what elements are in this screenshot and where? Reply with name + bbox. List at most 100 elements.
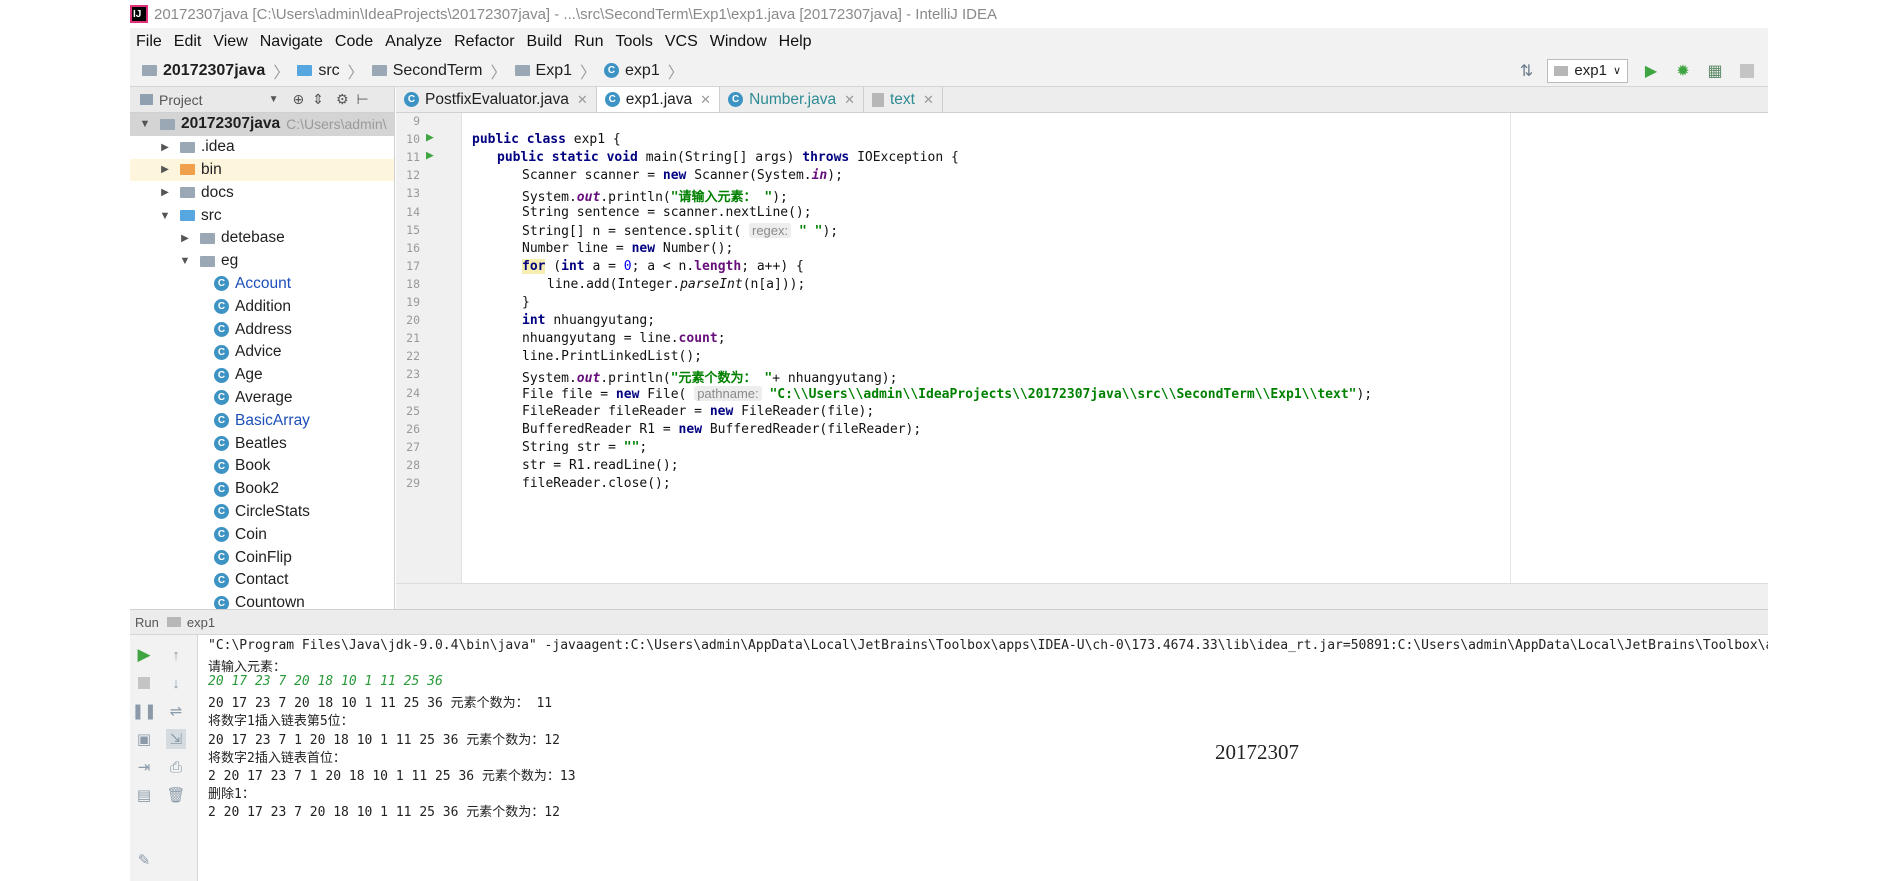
soft-wrap-icon[interactable]: ⇌ [166,701,186,721]
code-line[interactable]: BufferedReader R1 = new BufferedReader(f… [522,422,921,437]
tree-item[interactable]: C Address [130,318,394,341]
code-line[interactable]: System.out.println("元素个数为： "+ nhuangyuta… [522,367,897,386]
tree-item[interactable]: C Age [130,364,394,387]
menu-help[interactable]: Help [779,33,812,51]
menu-refactor[interactable]: Refactor [454,33,514,51]
debug-button[interactable]: ✹ [1672,60,1694,82]
locate-icon[interactable]: ⊕ [292,91,304,108]
chevron-right-icon[interactable]: ▶ [158,164,172,175]
scroll-to-end-icon[interactable]: ⇲ [166,729,186,749]
tree-item[interactable]: C CircleStats [130,501,394,524]
code-line[interactable]: String str = ""; [522,440,647,455]
run-tab-label[interactable]: exp1 [187,615,215,630]
menu-code[interactable]: Code [335,33,373,51]
tree-item[interactable]: C Book2 [130,478,394,501]
menu-vcs[interactable]: VCS [665,33,698,51]
chevron-right-icon[interactable]: ▶ [178,233,192,244]
code-line[interactable]: str = R1.readLine(); [522,458,679,473]
run-console[interactable]: "C:\Program Files\Java\jdk-9.0.4\bin\jav… [208,638,1768,881]
exit-icon[interactable]: ⇥ [134,757,154,777]
breadcrumb-src[interactable]: src 〉 [297,59,364,83]
tree-item[interactable]: C Addition [130,295,394,318]
pause-icon[interactable]: ❚❚ [131,701,156,721]
sort-icon[interactable]: ⇅ [1515,60,1537,82]
collapse-icon[interactable]: ⇕ [312,91,324,108]
pin-icon[interactable]: ✎ [134,850,154,870]
close-tab-icon[interactable]: ✕ [700,92,711,108]
code-line[interactable]: System.out.println("请输入元素： "); [522,186,788,205]
project-view-dropdown-icon[interactable]: ▼ [269,94,279,105]
clear-all-icon[interactable]: 🗑 [166,785,186,805]
run-button[interactable]: ▶ [1640,60,1662,82]
settings-gear-icon[interactable]: ⚙ [336,91,349,108]
code-line[interactable]: FileReader fileReader = new FileReader(f… [522,404,874,419]
tree-item[interactable]: C Average [130,387,394,410]
code-line[interactable]: line.add(Integer.parseInt(n[a])); [547,277,805,292]
scroll-down-icon[interactable]: ↓ [166,673,186,693]
code-line[interactable]: } [522,295,530,310]
chevron-down-icon[interactable]: ▼ [138,118,152,130]
tree-item[interactable]: ▶ detebase [130,227,394,250]
chevron-right-icon[interactable]: ▶ [158,187,172,198]
close-tab-icon[interactable]: ✕ [923,92,934,108]
scroll-up-icon[interactable]: ↑ [166,645,186,665]
run-configuration-select[interactable]: exp1 ∨ [1547,58,1628,83]
dump-threads-icon[interactable]: ▣ [134,729,154,749]
tab-postfixevaluator-java[interactable]: C PostfixEvaluator.java ✕ [396,87,597,112]
menu-view[interactable]: View [213,33,247,51]
code-line[interactable]: int nhuangyutang; [522,313,655,328]
code-line[interactable]: line.PrintLinkedList(); [522,349,702,364]
tree-item[interactable]: C CoinFlip [130,546,394,569]
breadcrumb-project[interactable]: 20172307java 〉 [142,59,289,83]
code-line[interactable]: public static void main(String[] args) t… [497,150,959,165]
tree-item[interactable]: C Advice [130,341,394,364]
tab-text[interactable]: text ✕ [864,87,943,112]
tree-item[interactable]: C Account [130,273,394,296]
breadcrumb-secondterm[interactable]: SecondTerm 〉 [371,59,507,83]
code-line[interactable]: Scanner scanner = new Scanner(System.in)… [522,168,843,183]
menu-build[interactable]: Build [527,33,563,51]
menu-window[interactable]: Window [710,33,767,51]
tab-exp1-java[interactable]: Cexp1.java ✕ [596,87,721,112]
code-line[interactable]: String[] n = sentence.split( regex: " ")… [522,222,838,239]
tree-item[interactable]: ▼ 20172307java C:\Users\admin\ [130,113,394,136]
layout-icon[interactable]: ▤ [134,785,154,805]
tree-item[interactable]: ▼ eg [130,250,394,273]
code-line[interactable]: for (int a = 0; a < n.length; a++) { [522,258,804,274]
menu-tools[interactable]: Tools [615,33,652,51]
tree-item[interactable]: C Contact [130,569,394,592]
menu-run[interactable]: Run [574,33,603,51]
menu-navigate[interactable]: Navigate [260,33,323,51]
tree-item[interactable]: C Book [130,455,394,478]
menu-file[interactable]: File [136,33,162,51]
code-line[interactable]: nhuangyutang = line.count; [522,331,726,346]
code-line[interactable]: public class exp1 { [472,132,621,147]
breadcrumb-exp1-class[interactable]: Cexp1 〉 [604,59,684,83]
run-gutter-icon[interactable]: ▶ [426,148,434,163]
tree-item[interactable]: ▶ docs [130,181,394,204]
code-line[interactable]: Number line = new Number(); [522,241,733,256]
coverage-button[interactable]: ▦ [1704,60,1726,82]
tree-item[interactable]: ▼ src [130,204,394,227]
hide-panel-icon[interactable]: ⊢ [357,91,369,108]
code-line[interactable]: String sentence = scanner.nextLine(); [522,205,812,220]
tab-number-java[interactable]: C Number.java ✕ [720,87,864,112]
close-tab-icon[interactable]: ✕ [577,92,588,108]
stop-run-icon[interactable] [134,673,154,693]
chevron-down-icon[interactable]: ▼ [158,210,172,222]
print-icon[interactable]: ⎙ [166,757,186,777]
chevron-down-icon[interactable]: ▼ [178,255,192,267]
code-line[interactable]: File file = new File( pathname: "C:\\Use… [522,385,1372,402]
tree-item[interactable]: ▶ .idea [130,136,394,159]
stop-button[interactable] [1736,60,1758,82]
rerun-icon[interactable]: ▶ [134,645,154,665]
tree-item[interactable]: ▶ bin [130,158,394,182]
tree-item[interactable]: C Coin [130,523,394,546]
close-tab-icon[interactable]: ✕ [844,92,855,108]
tree-item[interactable]: C Countown [130,592,394,609]
chevron-right-icon[interactable]: ▶ [158,142,172,153]
breadcrumb-exp1-package[interactable]: Exp1 〉 [514,59,596,83]
menu-analyze[interactable]: Analyze [385,33,442,51]
menu-edit[interactable]: Edit [174,33,202,51]
run-gutter-icon[interactable]: ▶ [426,130,434,145]
